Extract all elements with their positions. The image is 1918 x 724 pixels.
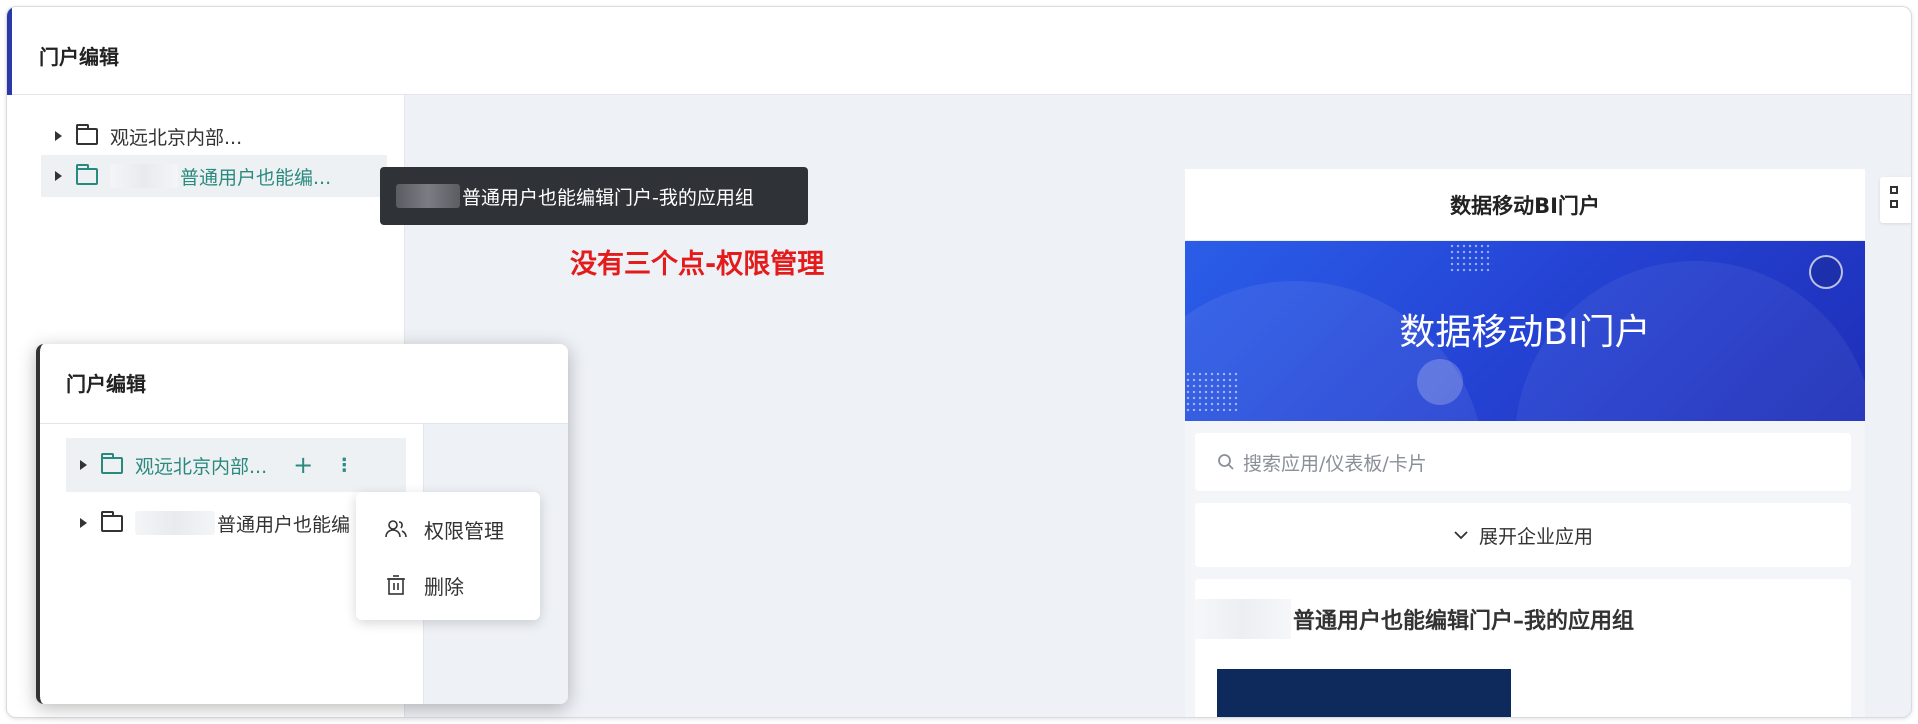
expand-caret-icon[interactable]	[80, 460, 87, 470]
mobile-preview: 数据移动BI门户 数据移动BI门户 搜索应用/仪表板/卡片 展开企业应用 普通用…	[1185, 169, 1865, 717]
app-card[interactable]	[1217, 669, 1511, 717]
page-title: 门户编辑	[39, 45, 119, 69]
folder-icon	[101, 510, 123, 532]
users-icon	[385, 520, 407, 538]
inset-tree-item-user-portal[interactable]: 普通用户也能编	[66, 496, 350, 550]
inset-tree-item-beijing[interactable]: 观远北京内部... + ⋮	[66, 438, 406, 492]
preview-title: 数据移动BI门户	[1185, 169, 1865, 241]
banner-title: 数据移动BI门户	[1399, 312, 1651, 353]
redacted-text	[396, 184, 460, 208]
tree-item-label: 普通用户也能编	[217, 513, 351, 536]
expand-caret-icon[interactable]	[55, 171, 62, 181]
menu-item-label: 删除	[424, 574, 464, 599]
grid-icon[interactable]	[1880, 177, 1911, 223]
app-group-title: 普通用户也能编辑门户–我的应用组	[1195, 599, 1634, 639]
header-accent-bar	[7, 7, 12, 95]
add-button[interactable]: +	[293, 451, 313, 479]
expand-label: 展开企业应用	[1478, 525, 1593, 548]
folder-icon	[76, 123, 98, 145]
inset-screenshot: 门户编辑 观远北京内部... + ⋮ 普通用户也能编 权限管理 删除	[36, 344, 568, 704]
tree-item-label: 观远北京内部...	[110, 126, 243, 149]
tooltip-text: 普通用户也能编辑门户-我的应用组	[462, 186, 754, 209]
folder-icon	[101, 452, 123, 474]
redacted-text	[110, 164, 178, 188]
trash-icon	[387, 575, 405, 595]
redacted-text	[135, 511, 215, 535]
menu-item-label: 权限管理	[424, 518, 504, 543]
preview-body: 搜索应用/仪表板/卡片 展开企业应用 普通用户也能编辑门户–我的应用组	[1185, 421, 1865, 717]
inset-header: 门户编辑	[40, 344, 568, 424]
folder-icon	[76, 163, 98, 185]
redacted-text	[1195, 599, 1291, 639]
search-placeholder: 搜索应用/仪表板/卡片	[1243, 452, 1427, 475]
more-icon[interactable]: ⋮	[335, 455, 353, 476]
menu-item-permissions[interactable]: 权限管理	[356, 502, 540, 556]
tree-item-label: 普通用户也能编...	[180, 166, 332, 189]
chevron-down-icon	[1454, 531, 1468, 540]
avatar[interactable]	[1809, 255, 1843, 289]
expand-caret-icon[interactable]	[55, 131, 62, 141]
tree-item-label: 观远北京内部...	[135, 455, 268, 478]
header: 门户编辑	[7, 7, 1911, 95]
inset-title: 门户编辑	[66, 372, 146, 396]
app-group: 普通用户也能编辑门户–我的应用组	[1195, 579, 1851, 717]
context-menu: 权限管理 删除	[356, 492, 540, 620]
menu-item-delete[interactable]: 删除	[356, 558, 540, 612]
search-input[interactable]: 搜索应用/仪表板/卡片	[1195, 433, 1851, 491]
tree-item-user-portal[interactable]: 普通用户也能编...	[41, 155, 387, 197]
annotation-note: 没有三个点-权限管理	[570, 249, 825, 280]
tooltip: 普通用户也能编辑门户-我的应用组	[380, 167, 808, 225]
expand-apps-button[interactable]: 展开企业应用	[1195, 503, 1851, 567]
expand-caret-icon[interactable]	[80, 518, 87, 528]
tree-item-beijing[interactable]: 观远北京内部...	[41, 115, 242, 157]
preview-banner: 数据移动BI门户	[1185, 241, 1865, 421]
search-icon	[1218, 454, 1234, 470]
